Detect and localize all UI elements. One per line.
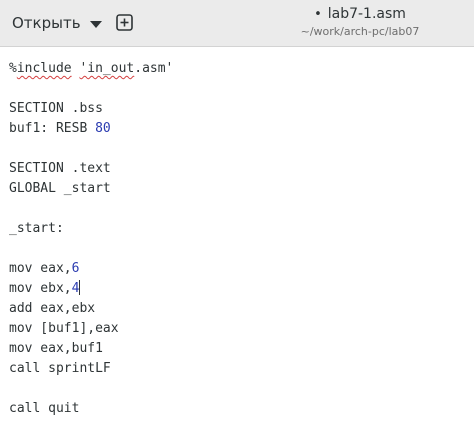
misspelled-word: 'in_out [79, 61, 135, 76]
code-token: % [9, 61, 17, 76]
code-line-1: %include 'in_out.asm' [9, 59, 474, 79]
window-title-block: • lab7-1.asm ~/work/arch-pc/lab07 [260, 4, 460, 40]
code-line-12: mov ebx,4 [9, 279, 474, 299]
code-line-18: call quit [9, 401, 80, 416]
header-bar: Открыть • lab7-1.asm ~/work/arch-pc/lab0… [0, 0, 474, 47]
code-editor[interactable]: %include 'in_out.asm' SECTION .bss buf1:… [0, 48, 474, 435]
document-path: ~/work/arch-pc/lab07 [300, 25, 420, 38]
number-literal: 6 [71, 261, 80, 276]
new-tab-button[interactable] [115, 13, 133, 31]
code-token: buf1: RESB [9, 121, 96, 136]
code-line-14: mov [buf1],eax [9, 321, 119, 336]
code-line-15: mov eax,buf1 [9, 341, 103, 356]
code-token: .asm' [134, 61, 174, 76]
code-line-16: call sprintLF [9, 361, 111, 376]
code-token: mov eax, [9, 261, 72, 276]
code-line-11: mov eax,6 [9, 259, 474, 279]
number-literal: 4 [71, 281, 80, 296]
chevron-down-icon [89, 20, 102, 28]
open-button[interactable]: Открыть [0, 6, 110, 40]
modified-indicator: • [314, 6, 322, 22]
code-line-3: SECTION .bss [9, 101, 103, 116]
code-line-13: add eax,ebx [9, 301, 96, 316]
title-line: • lab7-1.asm [260, 4, 460, 24]
open-button-label: Открыть [12, 14, 81, 32]
text-editor-window: Открыть • lab7-1.asm ~/work/arch-pc/lab0… [0, 0, 474, 435]
code-line-4: buf1: RESB 80 [9, 119, 474, 139]
code-line-6: SECTION .text [9, 161, 111, 176]
number-literal: 80 [95, 121, 111, 136]
code-line-7: GLOBAL _start [9, 181, 111, 196]
plus-in-square-icon [115, 13, 133, 31]
document-title: lab7-1.asm [327, 6, 406, 22]
code-token: mov ebx, [9, 281, 72, 296]
misspelled-word: include [16, 61, 72, 76]
code-line-9: _start: [9, 221, 64, 236]
text-cursor [79, 280, 81, 295]
